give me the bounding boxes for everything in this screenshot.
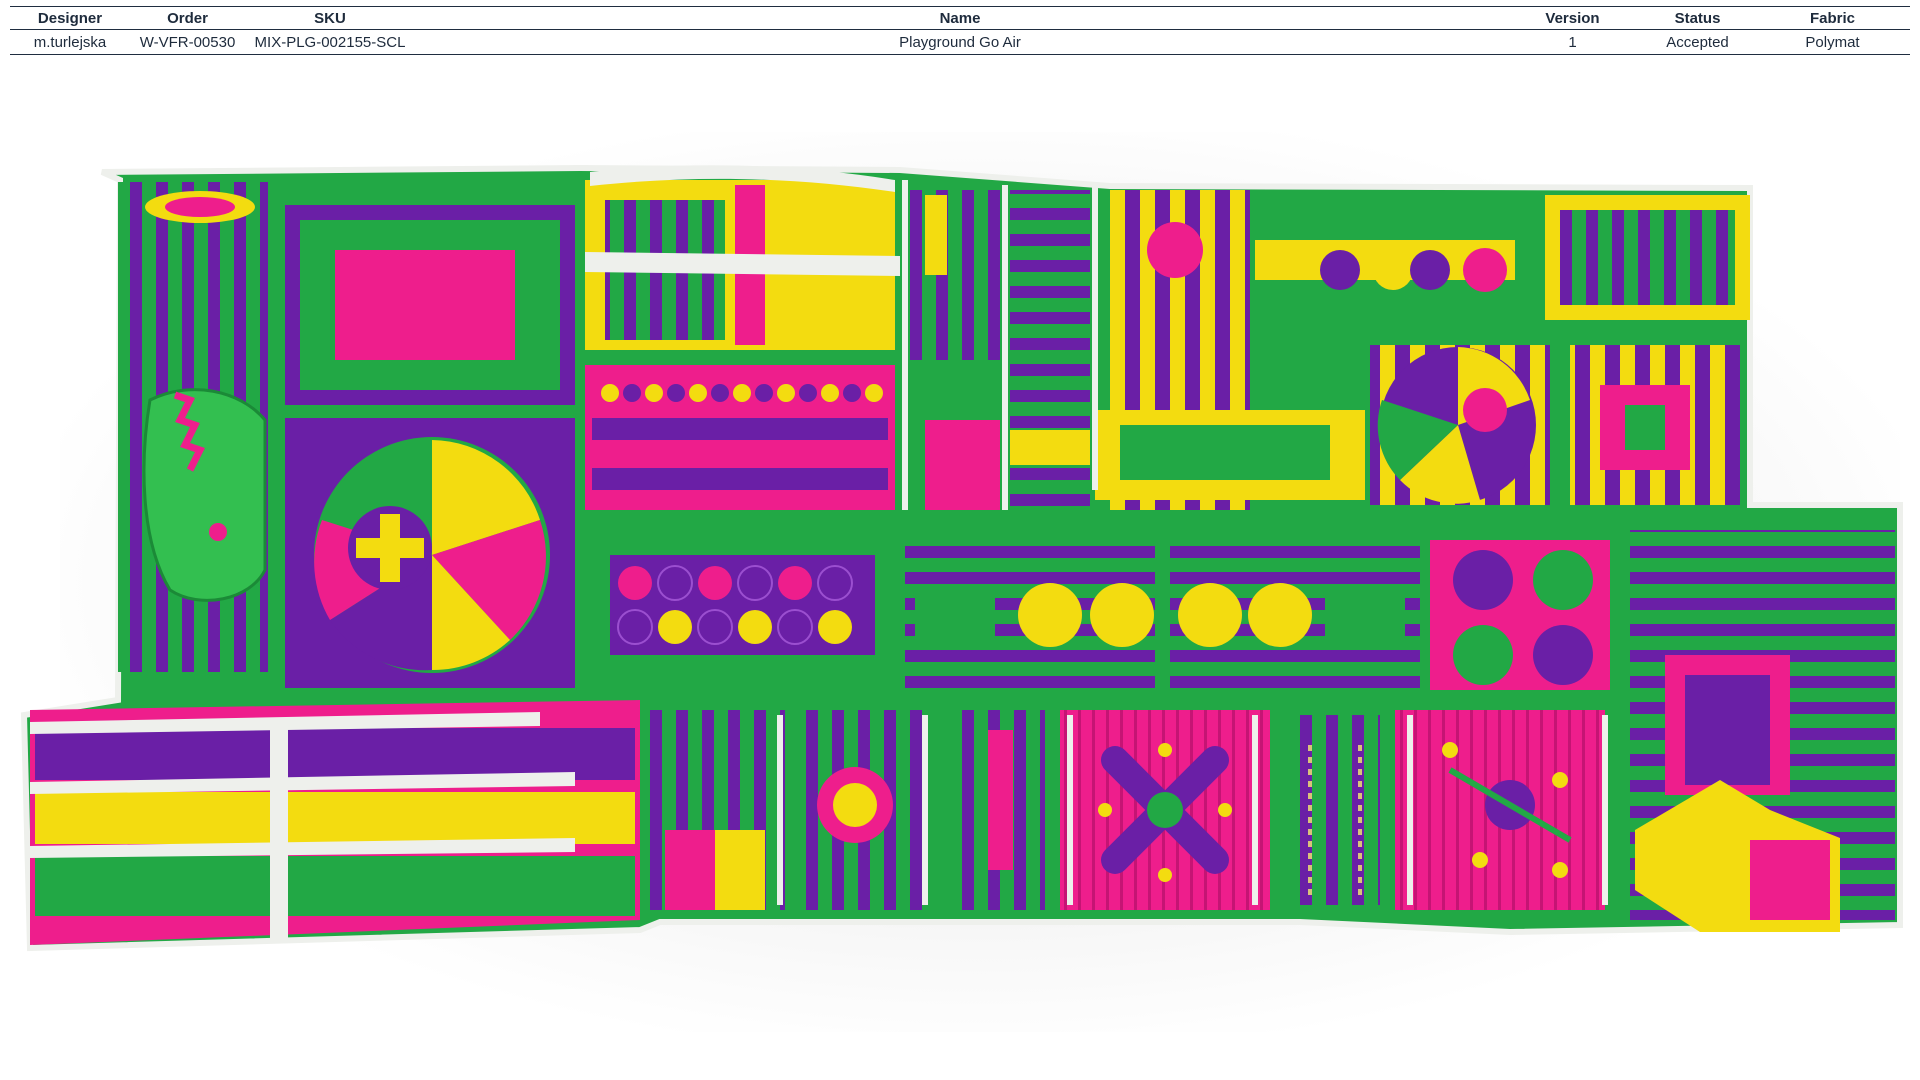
pink-pod: [1147, 222, 1203, 278]
sku-value: MIX-PLG-002155-SCL: [245, 29, 415, 55]
spec-header: Designer Order SKU Name Version Status F…: [10, 6, 1910, 56]
fabric-value: Polymat: [1755, 29, 1910, 55]
ladder-lane: [1290, 715, 1380, 905]
sku-header: SKU: [245, 6, 415, 30]
designer-value: m.turlejska: [10, 29, 130, 55]
designer-header: Designer: [10, 6, 130, 30]
fabric-header: Fabric: [1755, 6, 1910, 30]
name-value: Playground Go Air: [415, 29, 1505, 55]
spec-value-row: m.turlejska W-VFR-00530 MIX-PLG-002155-S…: [10, 29, 1910, 55]
playground-top-view: [20, 164, 1903, 952]
status-header: Status: [1640, 6, 1755, 30]
spec-header-row: Designer Order SKU Name Version Status F…: [10, 6, 1910, 30]
order-header: Order: [130, 6, 245, 30]
version-value: 1: [1505, 29, 1640, 55]
dragon-inflatable: [142, 388, 267, 602]
playground-render: [0, 62, 1920, 1080]
status-value: Accepted: [1640, 29, 1755, 55]
order-value: W-VFR-00530: [130, 29, 245, 55]
version-header: Version: [1505, 6, 1640, 30]
pink-trampoline: [335, 250, 515, 360]
spec-table: Designer Order SKU Name Version Status F…: [10, 6, 1910, 55]
narrow-lane: [905, 190, 1005, 360]
name-header: Name: [415, 6, 1505, 30]
